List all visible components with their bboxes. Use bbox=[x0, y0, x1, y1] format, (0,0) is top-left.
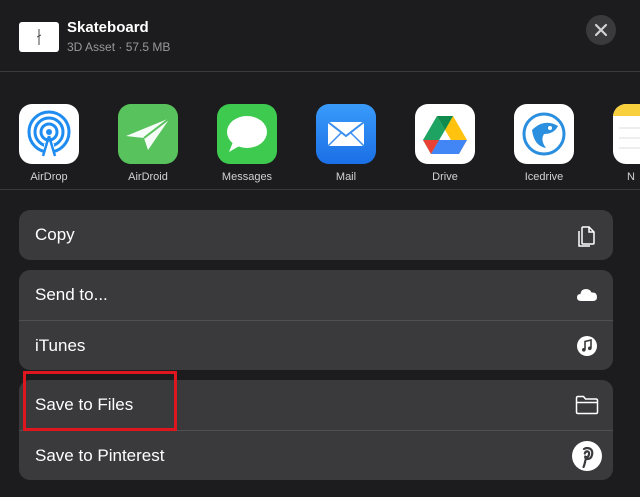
app-label: AirDrop bbox=[30, 171, 68, 183]
app-messages[interactable]: Messages bbox=[207, 104, 287, 184]
mail-icon bbox=[316, 104, 376, 164]
app-label: N bbox=[627, 171, 635, 183]
folder-icon bbox=[575, 393, 599, 417]
app-airdrop[interactable]: AirDrop bbox=[9, 104, 89, 184]
app-icedrive[interactable]: Icedrive bbox=[504, 104, 584, 184]
pinterest-icon bbox=[571, 440, 603, 472]
app-label: AirDroid bbox=[128, 171, 168, 183]
app-label: Icedrive bbox=[524, 171, 564, 183]
skateboard-thumbnail-icon bbox=[37, 29, 41, 45]
share-header: Skateboard 3D Asset · 57.5 MB bbox=[0, 0, 640, 72]
action-group-send: Send to... iTunes bbox=[19, 270, 613, 370]
app-airdroid[interactable]: AirDroid bbox=[108, 104, 188, 184]
app-notes[interactable]: N bbox=[603, 104, 640, 184]
file-subtitle: 3D Asset · 57.5 MB bbox=[67, 40, 171, 54]
google-drive-icon bbox=[415, 104, 475, 164]
itunes-row[interactable]: iTunes bbox=[19, 320, 613, 370]
messages-icon bbox=[217, 104, 277, 164]
cloud-icon bbox=[575, 283, 599, 307]
airdrop-icon bbox=[19, 104, 79, 164]
copy-icon bbox=[575, 223, 599, 247]
close-icon bbox=[594, 23, 608, 37]
app-label: Messages bbox=[221, 171, 273, 183]
file-thumbnail bbox=[19, 22, 59, 52]
app-label: Mail bbox=[335, 171, 357, 183]
send-to-label: Send to... bbox=[35, 285, 108, 304]
copy-label: Copy bbox=[35, 225, 75, 244]
copy-row[interactable]: Copy bbox=[19, 210, 613, 260]
action-group-copy: Copy bbox=[19, 210, 613, 260]
icedrive-icon bbox=[514, 104, 574, 164]
notes-icon bbox=[613, 104, 640, 164]
airdroid-icon bbox=[118, 104, 178, 164]
share-sheet: Skateboard 3D Asset · 57.5 MB AirDrop Ai… bbox=[0, 0, 640, 497]
app-mail[interactable]: Mail bbox=[306, 104, 386, 184]
save-to-pinterest-row[interactable]: Save to Pinterest bbox=[19, 430, 613, 480]
send-to-row[interactable]: Send to... bbox=[19, 270, 613, 320]
close-button[interactable] bbox=[586, 15, 616, 45]
app-row: AirDrop AirDroid Messages Mail Drive Ice… bbox=[0, 72, 640, 190]
highlight-box bbox=[23, 371, 177, 431]
file-title: Skateboard bbox=[67, 19, 149, 36]
app-label: Drive bbox=[432, 171, 458, 183]
save-to-pinterest-label: Save to Pinterest bbox=[35, 445, 165, 465]
itunes-label: iTunes bbox=[35, 335, 86, 355]
app-drive[interactable]: Drive bbox=[405, 104, 485, 184]
music-note-icon bbox=[575, 334, 599, 358]
